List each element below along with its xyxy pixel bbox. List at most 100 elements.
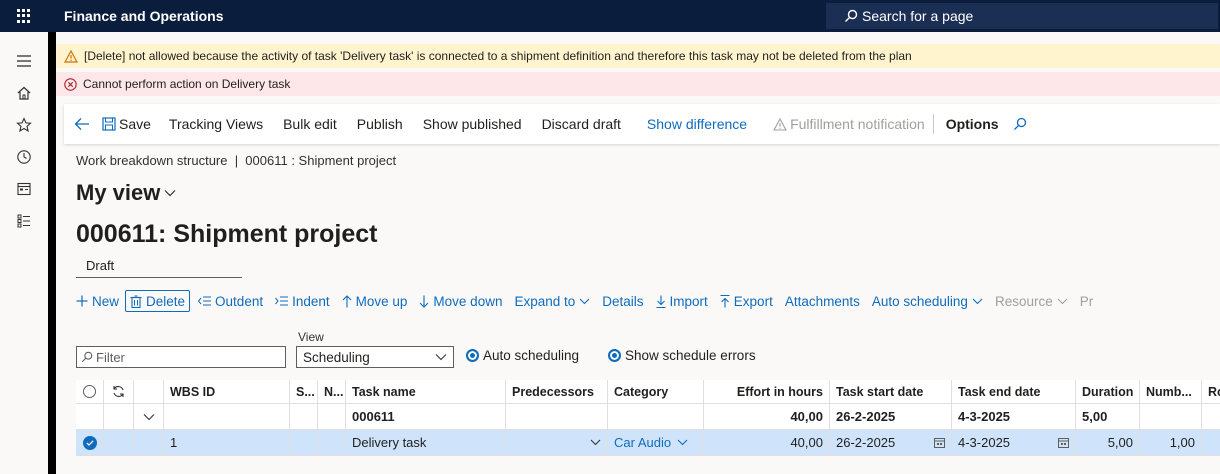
column-header-duration[interactable]: Duration [1076,380,1140,403]
more-actions-button[interactable]: Pr [1074,294,1100,309]
show-published-button[interactable]: Show published [413,116,532,132]
delete-label: Delete [146,293,186,309]
calendar-icon[interactable] [934,437,945,448]
cell-wbs-id[interactable]: 1 [164,430,290,455]
error-icon [64,77,77,91]
new-button[interactable]: New [70,294,125,309]
publish-button[interactable]: Publish [347,116,413,132]
error-message-text: Cannot perform action on Delivery task [83,77,291,91]
home-icon[interactable] [0,81,48,105]
cell-end-date-picker[interactable]: 4-3-2025 [952,430,1076,455]
column-header-n[interactable]: N... [318,380,346,403]
move-down-button[interactable]: Move down [413,294,508,309]
error-message-bar: Cannot perform action on Delivery task [56,72,1220,96]
filter-placeholder: Filter [96,349,125,365]
cell-effort[interactable]: 40,00 [704,404,830,429]
refresh-button[interactable] [104,380,134,403]
bulk-edit-button[interactable]: Bulk edit [273,116,347,132]
left-nav [0,32,48,474]
table-row[interactable]: 000611 40,00 26-2-2025 4-3-2025 5,00 [76,404,1220,430]
move-up-button[interactable]: Move up [336,294,414,309]
cell-wbs-id[interactable] [164,404,290,429]
options-button[interactable]: Options [936,116,1009,132]
cell-start-date[interactable]: 26-2-2025 [830,404,952,429]
cell-predecessors-dropdown[interactable] [506,430,608,455]
workspace-icon[interactable] [0,177,48,201]
select-all-radio[interactable] [76,380,104,403]
save-button[interactable]: Save [98,116,159,132]
cell-task-name[interactable]: Delivery task [346,430,506,455]
import-button[interactable]: Import [650,294,714,309]
cell-task-name[interactable]: 000611 [346,404,506,429]
table-row-selected[interactable]: 1 Delivery task Car Audio 40,00 26-2-202… [76,430,1220,456]
cell-category[interactable] [608,404,704,429]
toolbar-search-button[interactable] [1009,117,1037,131]
outdent-button[interactable]: Outdent [192,294,269,309]
details-button[interactable]: Details [596,294,649,309]
auto-scheduling-radio[interactable]: Auto scheduling [466,348,579,363]
cell-s [290,430,318,455]
cell-effort[interactable]: 40,00 [704,430,830,455]
hamburger-icon[interactable] [0,49,48,73]
auto-scheduling-button[interactable]: Auto scheduling [866,294,989,309]
cell-duration[interactable]: 5,00 [1076,430,1140,455]
export-button[interactable]: Export [714,294,779,309]
cell-predecessors[interactable] [506,404,608,429]
cell-number[interactable]: 1,00 [1140,430,1202,455]
column-header-effort[interactable]: Effort in hours [704,380,830,403]
modules-list-icon[interactable] [0,209,48,233]
plus-icon [76,295,88,307]
chevron-down-icon [590,439,601,446]
column-header-r[interactable]: Ro [1202,380,1220,403]
grid-header: WBS ID S... N... Task name Predecessors … [76,380,1220,404]
clock-icon[interactable] [0,145,48,169]
column-header-start-date[interactable]: Task start date [830,380,952,403]
column-header-end-date[interactable]: Task end date [952,380,1076,403]
column-header-wbs-id[interactable]: WBS ID [164,380,290,403]
app-launcher-button[interactable] [0,0,48,32]
cell-start-date: 26-2-2025 [836,435,896,450]
column-header-predecessors[interactable]: Predecessors [506,380,608,403]
expand-to-button[interactable]: Expand to [508,294,596,309]
cell-start-date-picker[interactable]: 26-2-2025 [830,430,952,455]
import-icon [656,295,666,308]
column-header-s[interactable]: S... [290,380,318,403]
calendar-icon[interactable] [1058,437,1069,448]
row-select-cell[interactable] [76,404,104,429]
discard-draft-button[interactable]: Discard draft [532,116,637,132]
radio-empty-icon [83,385,96,398]
row-select-checkbox[interactable] [76,430,104,455]
cell-duration[interactable]: 5,00 [1076,404,1140,429]
save-icon [102,117,116,131]
row-collapse-toggle[interactable] [134,404,164,429]
view-selector[interactable]: My view [76,180,176,206]
indent-button[interactable]: Indent [269,294,336,309]
attachments-button[interactable]: Attachments [779,294,866,309]
show-schedule-errors-label: Show schedule errors [625,348,756,363]
cell-number[interactable] [1140,404,1202,429]
fulfillment-notification-button[interactable]: Fulfillment notification [763,116,931,132]
delete-button[interactable]: Delete [125,290,191,312]
checkmark-icon [82,435,97,450]
star-icon[interactable] [0,113,48,137]
column-header-task-name[interactable]: Task name [346,380,506,403]
column-header-number[interactable]: Numb... [1140,380,1202,403]
search-page-button[interactable]: Search for a page [826,3,1218,29]
chevron-down-icon [677,439,688,446]
tracking-views-button[interactable]: Tracking Views [159,116,273,132]
cell-category-dropdown[interactable]: Car Audio [608,430,704,455]
cell-end-date[interactable]: 4-3-2025 [952,404,1076,429]
export-icon [720,294,730,307]
show-difference-button[interactable]: Show difference [637,116,763,132]
expand-to-label: Expand to [514,293,576,309]
view-select[interactable]: Scheduling [296,346,454,368]
back-button[interactable] [64,117,98,131]
chevron-down-icon [164,190,176,197]
cell-end-date: 4-3-2025 [958,435,1011,450]
outdent-icon [198,296,212,306]
filter-input[interactable]: Filter [76,346,286,368]
chevron-down-icon [1057,298,1068,304]
resource-button[interactable]: Resource [989,294,1074,309]
show-schedule-errors-radio[interactable]: Show schedule errors [608,348,756,363]
column-header-category[interactable]: Category [608,380,704,403]
